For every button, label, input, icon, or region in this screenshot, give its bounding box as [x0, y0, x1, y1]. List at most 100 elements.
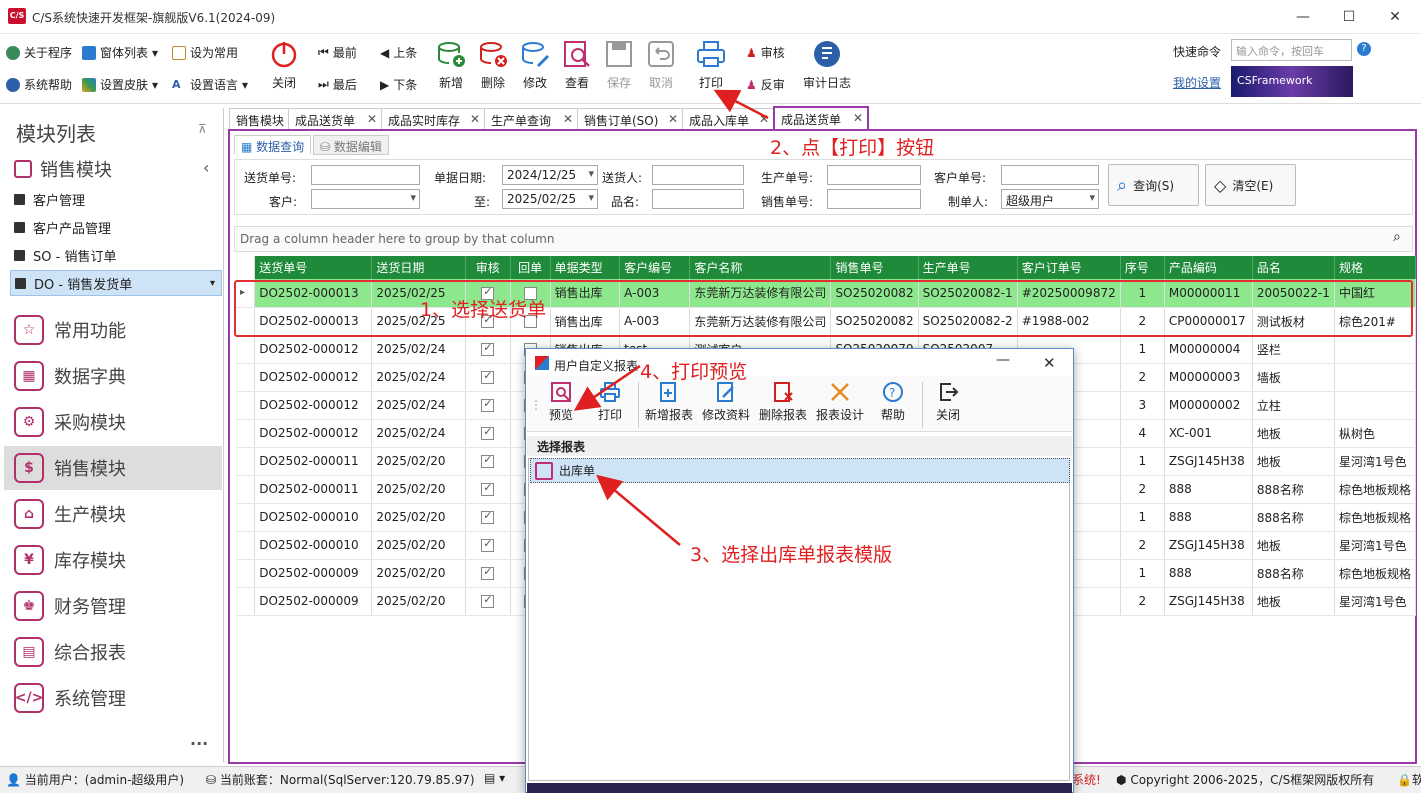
query-button[interactable]: ⌕ 查询(S) — [1108, 164, 1199, 206]
set-favorite-button[interactable]: 设为常用 — [172, 44, 238, 61]
close-icon[interactable]: ✕ — [563, 112, 573, 126]
table-cell[interactable]: 枞树色 — [1334, 419, 1417, 448]
language-button[interactable]: A 设置语言 ▾ — [172, 76, 248, 93]
layout-dropdown[interactable]: ▤ ▾ — [484, 771, 505, 785]
table-cell[interactable]: 星河湾1号色 — [1334, 447, 1417, 476]
table-cell[interactable]: 1 — [1120, 503, 1165, 532]
table-cell[interactable]: M00000002 — [1164, 391, 1253, 420]
column-header[interactable]: 回单 — [510, 256, 551, 279]
close-icon[interactable]: ✕ — [470, 112, 480, 126]
checkbox[interactable] — [481, 565, 495, 580]
tab-delivery-note[interactable]: 成品送货单 ✕ — [288, 108, 382, 130]
table-cell[interactable]: DO2502-000012 — [254, 391, 373, 420]
tab-production-query[interactable]: 生产单查询 ✕ — [484, 108, 578, 130]
sales-no-input[interactable] — [827, 189, 921, 209]
table-cell[interactable]: 3 — [1120, 391, 1165, 420]
module-production[interactable]: ⌂ 生产模块 — [4, 492, 222, 536]
sidebar-item-sales-order[interactable]: SO - 销售订单 — [10, 242, 222, 268]
module-finance[interactable]: ♚ 财务管理 — [4, 584, 222, 628]
table-cell[interactable]: 棕色地板规格 — [1334, 559, 1417, 588]
view-button[interactable]: 查看 — [556, 38, 598, 91]
table-cell[interactable]: XC-001 — [1164, 419, 1253, 448]
audit-log-button[interactable]: 审计日志 — [800, 38, 854, 91]
maker-select[interactable]: 超级用户 — [1001, 189, 1099, 209]
module-reports[interactable]: ▤ 综合报表 — [4, 630, 222, 674]
table-cell[interactable]: 2025/02/24 — [371, 419, 466, 448]
table-cell[interactable]: ZSGJ145H38 — [1164, 531, 1253, 560]
audit-checkbox-cell[interactable] — [465, 503, 511, 532]
module-inventory[interactable]: ¥ 库存模块 — [4, 538, 222, 582]
preview-button[interactable]: 预览 — [534, 380, 588, 423]
checkbox[interactable] — [481, 369, 495, 384]
table-cell[interactable]: 2025/02/20 — [371, 559, 466, 588]
minimize-button[interactable]: — — [1280, 4, 1326, 30]
column-header[interactable]: 生产单号 — [918, 256, 1018, 279]
table-cell[interactable]: 2025/02/24 — [371, 363, 466, 392]
dialog-print-button[interactable]: 打印 — [583, 380, 637, 423]
table-cell[interactable]: 2025/02/20 — [371, 531, 466, 560]
prev-record-button[interactable]: ◀ 上条 — [380, 44, 417, 61]
current-module-header[interactable]: 销售模块 — [10, 155, 222, 183]
print-button[interactable]: 打印 — [690, 38, 732, 91]
checkbox[interactable] — [481, 453, 495, 468]
table-cell[interactable]: 1 — [1120, 447, 1165, 476]
delete-button[interactable]: 删除 — [472, 38, 514, 91]
row-indicator[interactable] — [236, 391, 256, 420]
about-button[interactable]: 关于程序 — [6, 44, 72, 61]
checkbox[interactable] — [481, 537, 495, 552]
table-cell[interactable]: 2 — [1120, 475, 1165, 504]
module-purchase[interactable]: ⚙ 采购模块 — [4, 400, 222, 444]
table-cell[interactable]: 2025/02/24 — [371, 391, 466, 420]
skin-button[interactable]: 设置皮肤 ▾ — [82, 76, 158, 93]
row-indicator[interactable] — [236, 559, 256, 588]
checkbox[interactable] — [481, 481, 495, 496]
column-header[interactable]: 规格 — [1334, 256, 1417, 279]
audit-checkbox-cell[interactable] — [465, 447, 511, 476]
tab-sales-module[interactable]: 销售模块 — [229, 108, 292, 130]
row-indicator[interactable] — [236, 587, 256, 616]
table-cell[interactable]: 888名称 — [1252, 475, 1335, 504]
column-header[interactable]: 客户名称 — [689, 256, 832, 279]
prod-no-input[interactable] — [827, 165, 921, 185]
audit-checkbox-cell[interactable] — [465, 419, 511, 448]
add-button[interactable]: 新增 — [430, 38, 472, 91]
table-cell[interactable]: DO2502-000009 — [254, 559, 373, 588]
quick-command-input[interactable]: 输入命令，按回车 — [1231, 39, 1352, 61]
subtab-query[interactable]: ▦ 数据查询 — [234, 135, 312, 155]
cust-no-input[interactable] — [1001, 165, 1099, 185]
table-cell[interactable]: 1 — [1120, 559, 1165, 588]
column-header[interactable]: 客户编号 — [619, 256, 691, 279]
help-button[interactable]: 系统帮助 — [6, 76, 72, 93]
row-indicator[interactable] — [236, 419, 256, 448]
save-button[interactable]: 保存 — [598, 38, 640, 91]
table-cell[interactable]: 地板 — [1252, 531, 1335, 560]
audit-checkbox-cell[interactable] — [465, 587, 511, 616]
dialog-close-button[interactable]: ✕ — [1043, 354, 1056, 372]
column-header[interactable]: 审核 — [465, 256, 511, 279]
clear-button[interactable]: ◇ 清空(E) — [1205, 164, 1296, 206]
product-input[interactable] — [652, 189, 744, 209]
table-cell[interactable]: 2025/02/24 — [371, 335, 466, 364]
table-cell[interactable]: 2025/02/20 — [371, 503, 466, 532]
audit-checkbox-cell[interactable] — [465, 475, 511, 504]
column-header[interactable]: 品名 — [1252, 256, 1335, 279]
table-cell[interactable]: 888 — [1164, 559, 1253, 588]
row-indicator[interactable] — [236, 363, 256, 392]
module-common[interactable]: ☆ 常用功能 — [4, 308, 222, 352]
close-icon[interactable]: ✕ — [759, 112, 769, 126]
module-system[interactable]: </> 系统管理 — [4, 676, 222, 720]
close-window-button[interactable]: ✕ — [1372, 4, 1418, 30]
table-cell[interactable]: 棕色地板规格 — [1334, 475, 1417, 504]
audit-button[interactable]: ♟ 审核 — [746, 44, 785, 61]
table-cell[interactable]: DO2502-000012 — [254, 363, 373, 392]
report-item-outbound[interactable]: 出库单 — [530, 458, 1070, 483]
close-icon[interactable]: ✕ — [668, 112, 678, 126]
audit-checkbox-cell[interactable] — [465, 335, 511, 364]
first-record-button[interactable]: ⏮ 最前 — [318, 44, 357, 61]
table-cell[interactable]: M00000004 — [1164, 335, 1253, 364]
table-cell[interactable]: M00000003 — [1164, 363, 1253, 392]
table-cell[interactable]: 立柱 — [1252, 391, 1335, 420]
table-cell[interactable]: 星河湾1号色 — [1334, 587, 1417, 616]
column-header[interactable]: 送货单号 — [254, 256, 373, 279]
checkbox[interactable] — [481, 341, 495, 356]
